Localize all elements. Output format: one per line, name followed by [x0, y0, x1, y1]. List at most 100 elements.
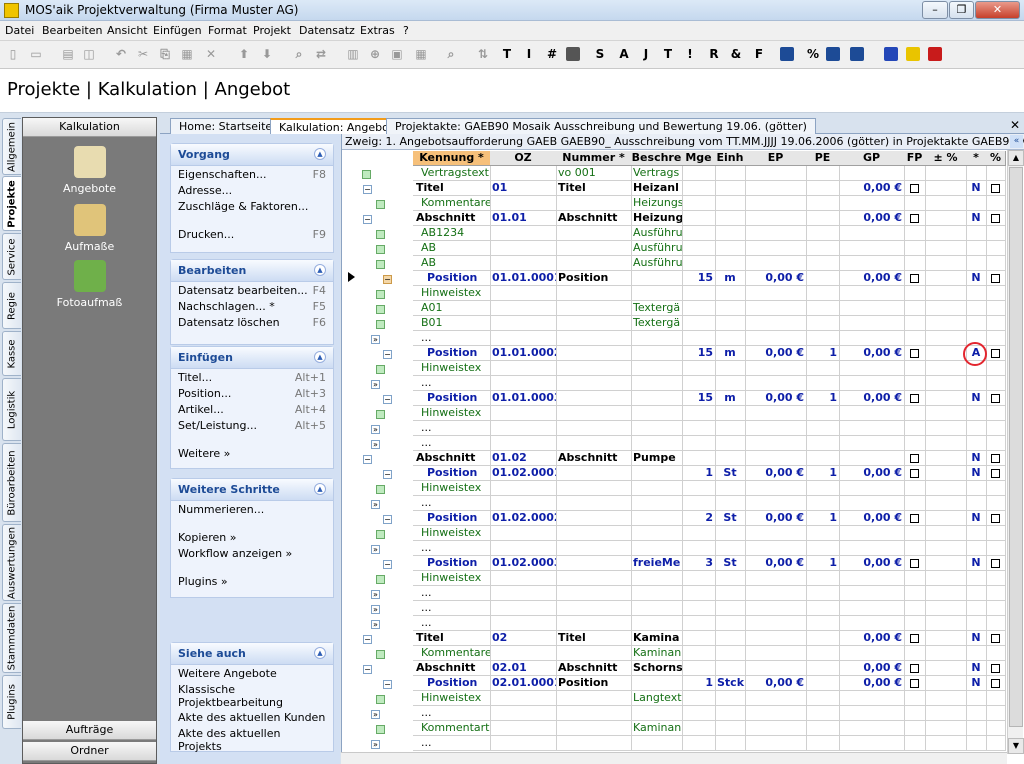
- grid-cell[interactable]: [806, 631, 840, 646]
- grid-cell[interactable]: [745, 481, 807, 496]
- grid-cell[interactable]: [745, 406, 807, 421]
- grid-cell[interactable]: [806, 496, 840, 511]
- tree-node-icon[interactable]: −: [383, 470, 392, 479]
- grid-cell[interactable]: [745, 616, 807, 631]
- star-cell[interactable]: N: [966, 271, 987, 286]
- pct-cell[interactable]: [925, 256, 967, 271]
- grid-cell[interactable]: [839, 406, 905, 421]
- pct-cell[interactable]: [925, 661, 967, 676]
- task-link[interactable]: Position... Alt+3: [178, 387, 326, 402]
- grid-cell[interactable]: [556, 286, 632, 301]
- grid-cell[interactable]: [745, 661, 807, 676]
- checkbox[interactable]: [910, 183, 919, 193]
- grid-cell[interactable]: [490, 646, 557, 661]
- grid-cell[interactable]: [556, 301, 632, 316]
- grid-cell[interactable]: 0,00 €: [839, 391, 905, 406]
- grid-cell[interactable]: [745, 241, 807, 256]
- tree-node-icon[interactable]: [362, 170, 371, 179]
- column-header[interactable]: PE: [806, 151, 840, 166]
- arrow-up-icon[interactable]: ⬆: [235, 45, 253, 63]
- number-tool-icon[interactable]: #: [543, 45, 561, 63]
- grid-cell[interactable]: 0,00 €: [745, 346, 807, 361]
- checkbox[interactable]: [910, 348, 919, 358]
- star-cell[interactable]: [966, 166, 987, 181]
- grid-cell[interactable]: [745, 691, 807, 706]
- grid-cell[interactable]: [490, 331, 557, 346]
- grid-cell[interactable]: 1: [682, 466, 716, 481]
- star-cell[interactable]: [966, 706, 987, 721]
- grid-cell[interactable]: [715, 361, 746, 376]
- grid-cell[interactable]: [839, 241, 905, 256]
- grid-cell[interactable]: [745, 376, 807, 391]
- tree-node-icon[interactable]: [376, 365, 385, 374]
- fp-cell[interactable]: [904, 481, 926, 496]
- menu-5[interactable]: Format: [208, 24, 247, 37]
- pct-cell[interactable]: [925, 676, 967, 691]
- grid-cell[interactable]: [631, 571, 683, 586]
- grid-cell[interactable]: [490, 586, 557, 601]
- star-cell[interactable]: N: [966, 181, 987, 196]
- grid-cell[interactable]: 0,00 €: [745, 556, 807, 571]
- grid-cell[interactable]: 01.01.0003: [490, 391, 557, 406]
- checkbox[interactable]: [910, 468, 919, 478]
- grid-cell[interactable]: ...: [413, 706, 491, 721]
- tree-node-icon[interactable]: −: [363, 455, 372, 464]
- grid-cell[interactable]: [682, 451, 716, 466]
- grid-cell[interactable]: 01.01.0001: [490, 271, 557, 286]
- star-cell[interactable]: [966, 196, 987, 211]
- tree-node-icon[interactable]: [376, 305, 385, 314]
- grid-cell[interactable]: [490, 706, 557, 721]
- grid-cell[interactable]: Textergä: [631, 316, 683, 331]
- check-cell[interactable]: [986, 661, 1006, 676]
- star-cell[interactable]: [966, 406, 987, 421]
- grid-cell[interactable]: Hinweistex: [413, 481, 491, 496]
- minimize-button[interactable]: –: [922, 1, 948, 19]
- grid-cell[interactable]: [682, 316, 716, 331]
- grid-cell[interactable]: [745, 601, 807, 616]
- fp-cell[interactable]: [904, 241, 926, 256]
- grid-cell[interactable]: [490, 301, 557, 316]
- tree-node-icon[interactable]: −: [383, 515, 392, 524]
- pct-cell[interactable]: [925, 271, 967, 286]
- paste-icon[interactable]: ▦: [178, 45, 196, 63]
- grid-cell[interactable]: [682, 406, 716, 421]
- grid-cell[interactable]: 01.02: [490, 451, 557, 466]
- fp-cell[interactable]: [904, 346, 926, 361]
- grid-cell[interactable]: [745, 526, 807, 541]
- check-cell[interactable]: [986, 586, 1006, 601]
- star-cell[interactable]: [966, 736, 987, 751]
- grid-cell[interactable]: [490, 166, 557, 181]
- grid-cell[interactable]: [556, 691, 632, 706]
- grid-cell[interactable]: 0,00 €: [839, 511, 905, 526]
- chevron-double-left-icon[interactable]: «: [1010, 135, 1023, 148]
- grid-cell[interactable]: [631, 616, 683, 631]
- star-cell[interactable]: N: [966, 556, 987, 571]
- grid-cell[interactable]: [631, 586, 683, 601]
- vtab-büroarbeiten[interactable]: Büroarbeiten: [2, 443, 21, 522]
- tree-node-icon[interactable]: »: [371, 545, 380, 554]
- grid-cell[interactable]: [806, 736, 840, 751]
- menu-3[interactable]: Ansicht: [107, 24, 148, 37]
- check-cell[interactable]: [986, 391, 1006, 406]
- grid-cell[interactable]: [631, 361, 683, 376]
- grid-cell[interactable]: [806, 241, 840, 256]
- grid-cell[interactable]: [631, 346, 683, 361]
- grid-cell[interactable]: [715, 706, 746, 721]
- grid-cell[interactable]: [839, 316, 905, 331]
- tree-node-icon[interactable]: −: [383, 275, 392, 284]
- fp-cell[interactable]: [904, 661, 926, 676]
- grid-cell[interactable]: [631, 706, 683, 721]
- grid-cell[interactable]: [682, 331, 716, 346]
- fp-cell[interactable]: [904, 571, 926, 586]
- checkbox[interactable]: [991, 453, 1000, 463]
- grid-cell[interactable]: Schorns: [631, 661, 683, 676]
- grid-cell[interactable]: [839, 526, 905, 541]
- fp-cell[interactable]: [904, 331, 926, 346]
- grid-cell[interactable]: 15: [682, 271, 716, 286]
- star-cell[interactable]: [966, 721, 987, 736]
- tree-node-icon[interactable]: »: [371, 740, 380, 749]
- grid-cell[interactable]: [556, 481, 632, 496]
- cut-icon[interactable]: ✂: [134, 45, 152, 63]
- grid-cell[interactable]: Vertrags: [631, 166, 683, 181]
- pct-cell[interactable]: [925, 286, 967, 301]
